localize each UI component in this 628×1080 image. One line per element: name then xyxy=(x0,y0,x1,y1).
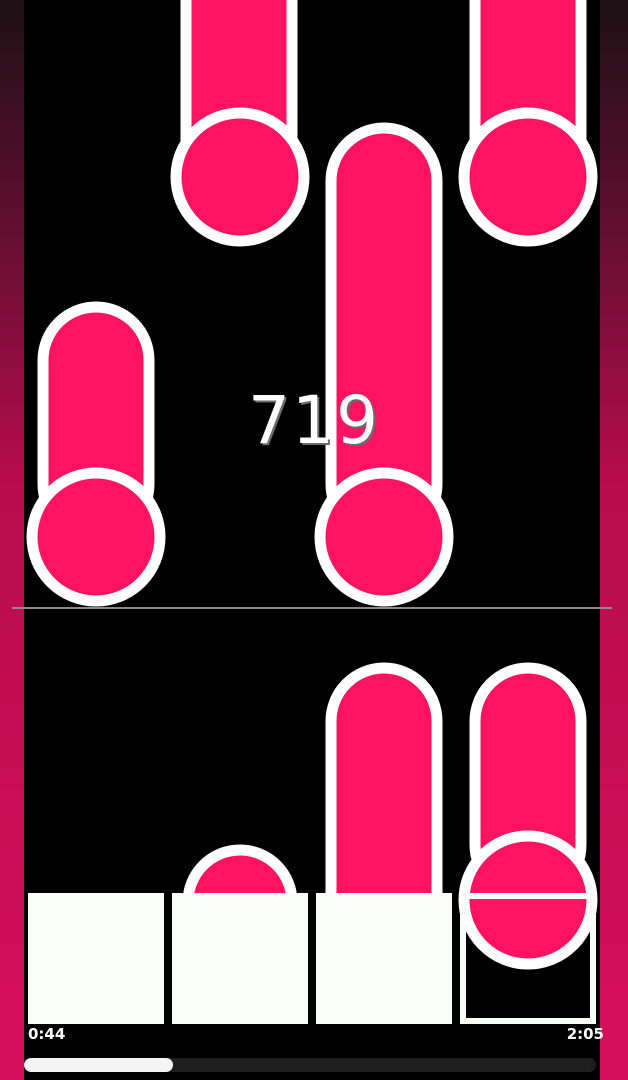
elapsed-time: 0:44 xyxy=(28,1025,66,1043)
total-time: 2:05 xyxy=(566,1025,604,1043)
hold-note-head xyxy=(314,467,454,607)
lane-key-2[interactable] xyxy=(172,893,308,1024)
hold-note-head xyxy=(26,467,166,607)
lane-key-3[interactable] xyxy=(316,893,452,1024)
judgement-line xyxy=(12,607,612,609)
hold-note-head xyxy=(458,107,598,247)
hold-note-head xyxy=(170,107,310,247)
lane-key-1[interactable] xyxy=(28,893,164,1024)
song-progress-fill xyxy=(24,1058,173,1072)
score-display: 719 xyxy=(248,382,380,459)
lane-key-4[interactable] xyxy=(460,893,596,1024)
song-progress-bar xyxy=(24,1058,596,1072)
